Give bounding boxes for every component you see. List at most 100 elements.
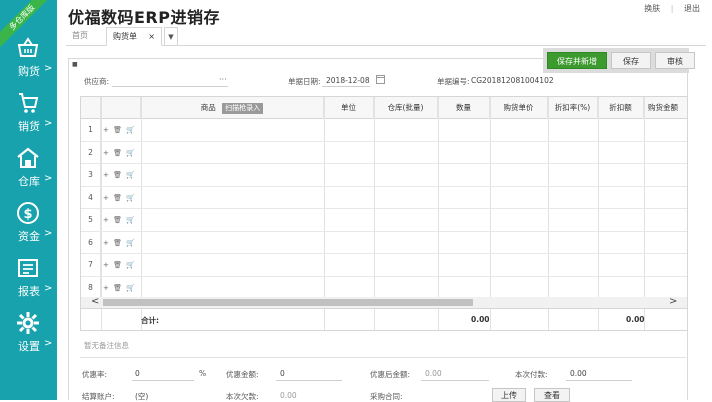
svg-text:$: $ xyxy=(23,207,32,222)
doc-number-label: 单据编号: xyxy=(437,77,470,86)
dollar-icon: $ xyxy=(17,202,39,224)
header-rownum xyxy=(81,97,101,119)
chevron-right-icon: > xyxy=(44,228,53,239)
sidebar-item-settings[interactable]: 设置 > xyxy=(0,311,57,363)
supplier-input[interactable] xyxy=(112,86,228,87)
chevron-right-icon: > xyxy=(44,173,53,184)
sidebar-item-label: 资金 xyxy=(18,230,40,243)
date-underline xyxy=(322,86,370,87)
divider xyxy=(80,357,686,358)
discount-amount-label: 优惠金额: xyxy=(226,370,259,379)
owed-label: 本次欠款: xyxy=(226,392,259,401)
table-row[interactable]: 7 + 🗑 🛒 xyxy=(81,254,687,277)
discount-rate-input[interactable]: 0 xyxy=(135,369,140,378)
row-number: 2 xyxy=(81,141,101,164)
sidebar-item-label: 报表 xyxy=(18,285,40,298)
basket-icon xyxy=(17,37,39,57)
header-goods-label: 商品 xyxy=(200,103,216,112)
table-row[interactable]: 5 + 🗑 🛒 xyxy=(81,209,687,232)
payment-input[interactable]: 0.00 xyxy=(570,369,587,378)
header-warehouse[interactable]: 仓库(批量) xyxy=(374,97,438,119)
sidebar-item-funds[interactable]: $ 资金 > xyxy=(0,201,57,253)
header-amount: 购货金额 xyxy=(648,103,678,112)
memo-input[interactable]: 暂无备注信息 xyxy=(84,340,129,351)
row-number: 4 xyxy=(81,186,101,209)
scroll-left-icon[interactable]: < xyxy=(91,296,99,307)
after-discount-value: 0.00 xyxy=(425,369,442,378)
top-links: 换肤 | 退出 xyxy=(636,3,700,14)
table-row[interactable]: 4 + 🗑 🛒 xyxy=(81,186,687,209)
account-label: 结算账户: xyxy=(82,392,115,401)
grid-header: 商品 扫描枪录入 单位 仓库(批量) 数量 购货单价 折扣率(%) 折扣额 购货… xyxy=(81,97,687,119)
discount-amount-input[interactable]: 0 xyxy=(280,369,285,378)
discount-rate-label: 优惠率: xyxy=(82,370,108,379)
order-lines-grid: 商品 扫描枪录入 单位 仓库(批量) 数量 购货单价 折扣率(%) 折扣额 购货… xyxy=(80,96,688,331)
chevron-right-icon: > xyxy=(44,118,53,129)
row-number: 5 xyxy=(81,209,101,231)
row-number: 1 xyxy=(81,119,101,141)
chevron-down-icon[interactable]: ▼ xyxy=(164,27,178,46)
table-row[interactable]: 1 + 🗑 🛒 xyxy=(81,119,687,142)
gear-icon xyxy=(17,312,39,334)
discount-amount-underline xyxy=(276,380,342,381)
table-row[interactable]: 3 + 🗑 🛒 xyxy=(81,164,687,187)
close-icon[interactable]: × xyxy=(148,28,155,46)
sidebar-item-reports[interactable]: 报表 > xyxy=(0,256,57,308)
scroll-right-icon[interactable]: > xyxy=(669,296,677,307)
percent-sign: % xyxy=(199,369,207,378)
header-unit: 单位 xyxy=(324,97,374,119)
sidebar-item-purchase[interactable]: 购货 > xyxy=(0,36,57,88)
tab-home[interactable]: 首页 xyxy=(66,27,106,46)
row-ops[interactable]: + 🗑 🛒 xyxy=(103,149,136,157)
after-discount-underline xyxy=(421,380,489,381)
cart-icon xyxy=(19,93,39,113)
logout-link[interactable]: 退出 xyxy=(684,4,700,13)
sidebar-item-label: 销货 xyxy=(18,120,40,133)
supplier-picker-icon[interactable]: ··· xyxy=(219,75,227,84)
table-row[interactable]: 8 + 🗑 🛒 xyxy=(81,276,687,299)
doc-number-value: CG201812081004102 xyxy=(471,76,554,85)
audit-button[interactable]: 审核 xyxy=(655,52,695,69)
payment-underline xyxy=(566,380,632,381)
total-qty: 0.00 xyxy=(471,315,490,324)
discount-rate-underline xyxy=(132,380,194,381)
header-discount-amount: 折扣额 xyxy=(598,97,644,119)
table-row[interactable]: 2 + 🗑 🛒 xyxy=(81,141,687,164)
account-select[interactable]: (空) xyxy=(135,391,148,402)
header-discount-rate: 折扣率(%) xyxy=(548,97,598,119)
switch-skin-link[interactable]: 换肤 xyxy=(644,4,660,13)
contract-label: 采购合同: xyxy=(370,392,403,401)
sidebar-item-sales[interactable]: 销货 > xyxy=(0,91,57,143)
owed-value: 0.00 xyxy=(280,391,297,400)
payment-label: 本次付款: xyxy=(515,370,548,379)
sidebar-item-label: 购货 xyxy=(18,65,40,78)
row-number: 3 xyxy=(81,164,101,186)
scan-entry-button[interactable]: 扫描枪录入 xyxy=(222,102,264,114)
sidebar-item-warehouse[interactable]: 仓库 > xyxy=(0,146,57,198)
app-title: 优福数码ERP进销存 xyxy=(68,8,220,27)
calendar-icon[interactable] xyxy=(376,75,385,84)
table-row[interactable]: 6 + 🗑 🛒 xyxy=(81,231,687,254)
horizontal-scrollbar[interactable]: < > xyxy=(81,296,687,308)
row-number: 7 xyxy=(81,254,101,276)
row-ops[interactable]: + 🗑 🛒 xyxy=(103,194,136,202)
row-ops[interactable]: + 🗑 🛒 xyxy=(103,216,136,224)
tab-bar: 首页 购货单 × ▼ xyxy=(66,27,706,46)
row-ops[interactable]: + 🗑 🛒 xyxy=(103,284,136,292)
settings-small-icon[interactable]: ■ xyxy=(72,61,78,68)
tab-purchase-order[interactable]: 购货单 × xyxy=(106,27,162,46)
chevron-right-icon: > xyxy=(44,63,53,74)
chevron-right-icon: > xyxy=(44,283,53,294)
sidebar: 多仓库版 购货 > 销货 > 仓库 > $ 资金 > 报表 > 设置 > xyxy=(0,0,57,400)
save-button[interactable]: 保存 xyxy=(611,52,651,69)
row-ops[interactable]: + 🗑 🛒 xyxy=(103,261,136,269)
save-and-new-button[interactable]: 保存并新增 xyxy=(547,52,607,69)
row-ops[interactable]: + 🗑 🛒 xyxy=(103,171,136,179)
row-ops[interactable]: + 🗑 🛒 xyxy=(103,239,136,247)
date-input[interactable]: 2018-12-08 xyxy=(326,76,370,85)
warehouse-icon xyxy=(17,147,39,168)
total-amount: 0.00 xyxy=(626,315,645,324)
sidebar-item-label: 设置 xyxy=(18,340,40,353)
row-ops[interactable]: + 🗑 🛒 xyxy=(103,126,136,134)
scrollbar-thumb[interactable] xyxy=(103,299,473,306)
